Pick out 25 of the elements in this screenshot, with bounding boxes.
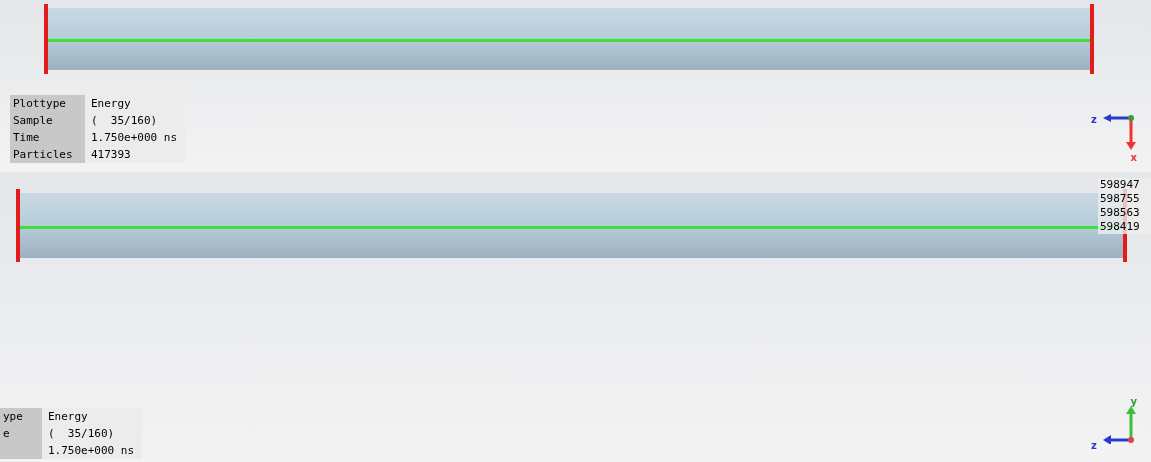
legend-value: 598563	[1100, 206, 1141, 220]
info-value: 1.750e+000 ns	[91, 130, 179, 146]
axis-label: x	[1130, 151, 1137, 165]
legend-value: 598419	[1100, 220, 1141, 234]
port-marker	[44, 4, 48, 74]
axis-label: z	[1091, 439, 1097, 453]
viewport[interactable]: Plottype Sample Time Particles Energy ( 35/160) 1.750e+000 ns 417393 z x	[0, 0, 1151, 172]
info-value: ( 35/160)	[48, 426, 116, 442]
info-value: Energy	[91, 96, 132, 112]
viewport[interactable]: ype e Energy ( 35/160) 1.750e+000 ns z y 598947 598755 598563 598419	[0, 172, 1151, 462]
port-marker	[1090, 4, 1094, 74]
info-value: Energy	[48, 409, 89, 425]
info-value: ( 35/160)	[91, 113, 159, 129]
axis-label: z	[1091, 113, 1097, 127]
info-label: ype	[3, 409, 24, 425]
info-label: Time	[13, 130, 41, 146]
info-label: Sample	[13, 113, 54, 129]
info-label: Plottype	[13, 96, 67, 112]
legend-value: 598947	[1100, 178, 1141, 192]
info-value: 1.750e+000 ns	[48, 443, 136, 459]
axis-label: y	[1130, 395, 1137, 409]
legend-value: 598755	[1100, 192, 1141, 206]
info-value: 417393	[91, 147, 132, 163]
info-label: Particles	[13, 147, 74, 163]
info-label: e	[3, 426, 11, 442]
